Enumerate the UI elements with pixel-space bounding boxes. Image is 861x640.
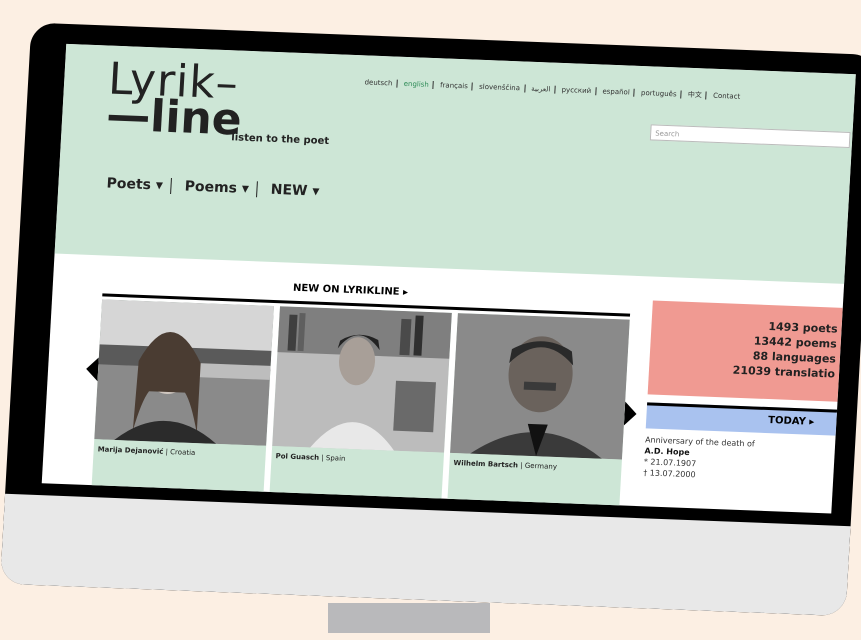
stats-box: 1493 poets 13442 poems 88 languages 2103… (647, 300, 843, 402)
lang-deutsch[interactable]: deutsch (364, 78, 392, 87)
poet-card[interactable]: Wilhelm Bartsch | Germany (446, 313, 630, 514)
nav-poets[interactable]: Poets ▾ (106, 176, 163, 194)
poet-photo (272, 306, 452, 453)
poet-card[interactable]: Marija Dejanović | Croatia (91, 299, 274, 502)
today-anniversary: Anniversary of the death of A.D. Hope * … (643, 434, 755, 482)
lang-chinese[interactable]: 中文 (688, 91, 702, 100)
poet-name[interactable]: Wilhelm Bartsch (453, 459, 518, 469)
search-input[interactable]: Search (649, 124, 851, 149)
nav-poems[interactable]: Poems ▾ (184, 179, 249, 197)
monitor: Lyrik– —line listen to the poet deutsch … (0, 22, 861, 617)
new-section-title[interactable]: NEW ON LYRIKLINE ▸ (293, 283, 409, 298)
lang-arabic[interactable]: العربية (531, 85, 551, 94)
screen: Lyrik– —line listen to the poet deutsch … (41, 43, 856, 514)
poet-country: Germany (524, 461, 558, 471)
poet-carousel: Marija Dejanović | Croatia Pol Guasch | … (91, 299, 632, 514)
lang-russian[interactable]: русский (561, 86, 591, 95)
lang-espanol[interactable]: español (602, 87, 630, 96)
anniversary-died: † 13.07.2000 (642, 468, 696, 480)
site-header: Lyrik– —line listen to the poet deutsch … (54, 43, 856, 284)
anniversary-born: * 21.07.1907 (643, 457, 697, 469)
poet-country: Spain (325, 454, 346, 463)
lang-francais[interactable]: français (440, 81, 468, 90)
site-logo-line2[interactable]: —line (105, 90, 243, 146)
lang-english[interactable]: english (403, 80, 429, 89)
contact-link[interactable]: Contact (713, 92, 741, 101)
lang-portugues[interactable]: português (641, 89, 677, 98)
tagline: listen to the poet (230, 132, 330, 148)
language-menu: deutsch english français slovenščina الع… (362, 77, 742, 102)
poet-photo (94, 299, 274, 446)
poet-name[interactable]: Pol Guasch (275, 452, 319, 462)
lang-slovenscina[interactable]: slovenščina (479, 83, 520, 93)
monitor-chin (0, 493, 851, 617)
poet-country: Croatia (169, 448, 196, 458)
poet-card[interactable]: Pol Guasch | Spain (269, 306, 452, 509)
poet-name[interactable]: Marija Dejanović (97, 445, 163, 456)
today-link[interactable]: TODAY ▸ (768, 415, 815, 428)
main-nav: Poets ▾ Poems ▾ NEW ▾ (106, 176, 326, 200)
poet-photo (450, 313, 630, 460)
nav-new[interactable]: NEW ▾ (270, 182, 319, 200)
